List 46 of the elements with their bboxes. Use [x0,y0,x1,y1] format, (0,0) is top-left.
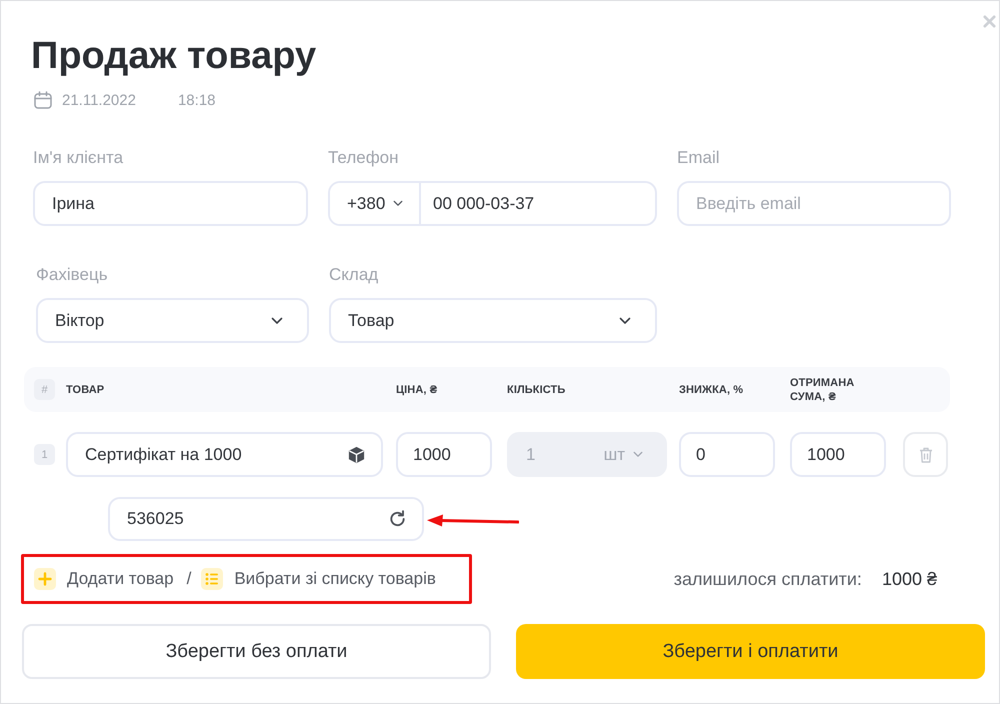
add-product-link[interactable]: Додати товар [34,568,174,590]
discount-field[interactable]: 0 [679,432,775,477]
field-label: Email [677,148,720,168]
save-and-pay-button[interactable]: Зберегти і оплатити [516,624,985,679]
choose-from-list-link[interactable]: Вибрати зі списку товарів [201,568,436,590]
field-label: Ім'я клієнта [33,148,124,168]
list-icon [201,568,224,590]
field-label: Склад [329,265,378,285]
amount-field[interactable]: 1000 [790,432,886,477]
country-code-select[interactable]: +380 [330,183,421,224]
column-header: КІЛЬКІСТЬ [507,382,566,396]
field-label: Телефон [328,148,399,168]
close-icon[interactable] [983,15,996,28]
column-header: ЦІНА, ₴ [396,382,438,396]
calendar-icon [34,91,52,109]
refresh-icon[interactable] [388,510,407,528]
chevron-icon [271,316,283,324]
cube-icon [347,445,366,464]
column-header: ЗНИЖКА, % [679,382,744,396]
chevron-icon [393,200,404,207]
number-header: # [34,379,55,400]
warehouse-select[interactable]: Товар [329,298,657,343]
specialist-select[interactable]: Віктор [36,298,309,343]
field-label: Фахівець [36,265,108,285]
delete-button[interactable] [903,432,948,477]
chevron-icon [619,316,631,324]
price-field[interactable]: 1000 [396,432,492,477]
phone-input[interactable]: 00 000-03-37 [421,183,655,224]
dialog-title: Продаж товару [31,34,318,78]
balance-label: залишилося сплатити: [674,568,862,590]
sale-date: 21.11.2022 [62,92,136,108]
sale-time: 18:18 [178,92,216,108]
trash-icon [918,446,932,462]
plus-icon [34,568,56,590]
code-field[interactable]: 536025 [108,497,424,541]
client-name-field[interactable]: Ірина [33,181,308,226]
save-button[interactable]: Зберегти без оплати [22,624,491,679]
chevron-icon [633,451,643,458]
separator-text: / [186,569,192,589]
column-header: ТОВАР [66,382,106,396]
phone-field[interactable]: +380 00 000-03-37 [328,181,657,226]
product-field[interactable]: Сертифікат на 1000 [66,432,383,477]
email-field[interactable]: Введіть email [677,181,951,226]
row-number: 1 [34,444,55,465]
balance-amount: 1000 ₴ [882,568,937,590]
column-header: ОТРИМАНА СУМА, ₴ [790,376,856,404]
